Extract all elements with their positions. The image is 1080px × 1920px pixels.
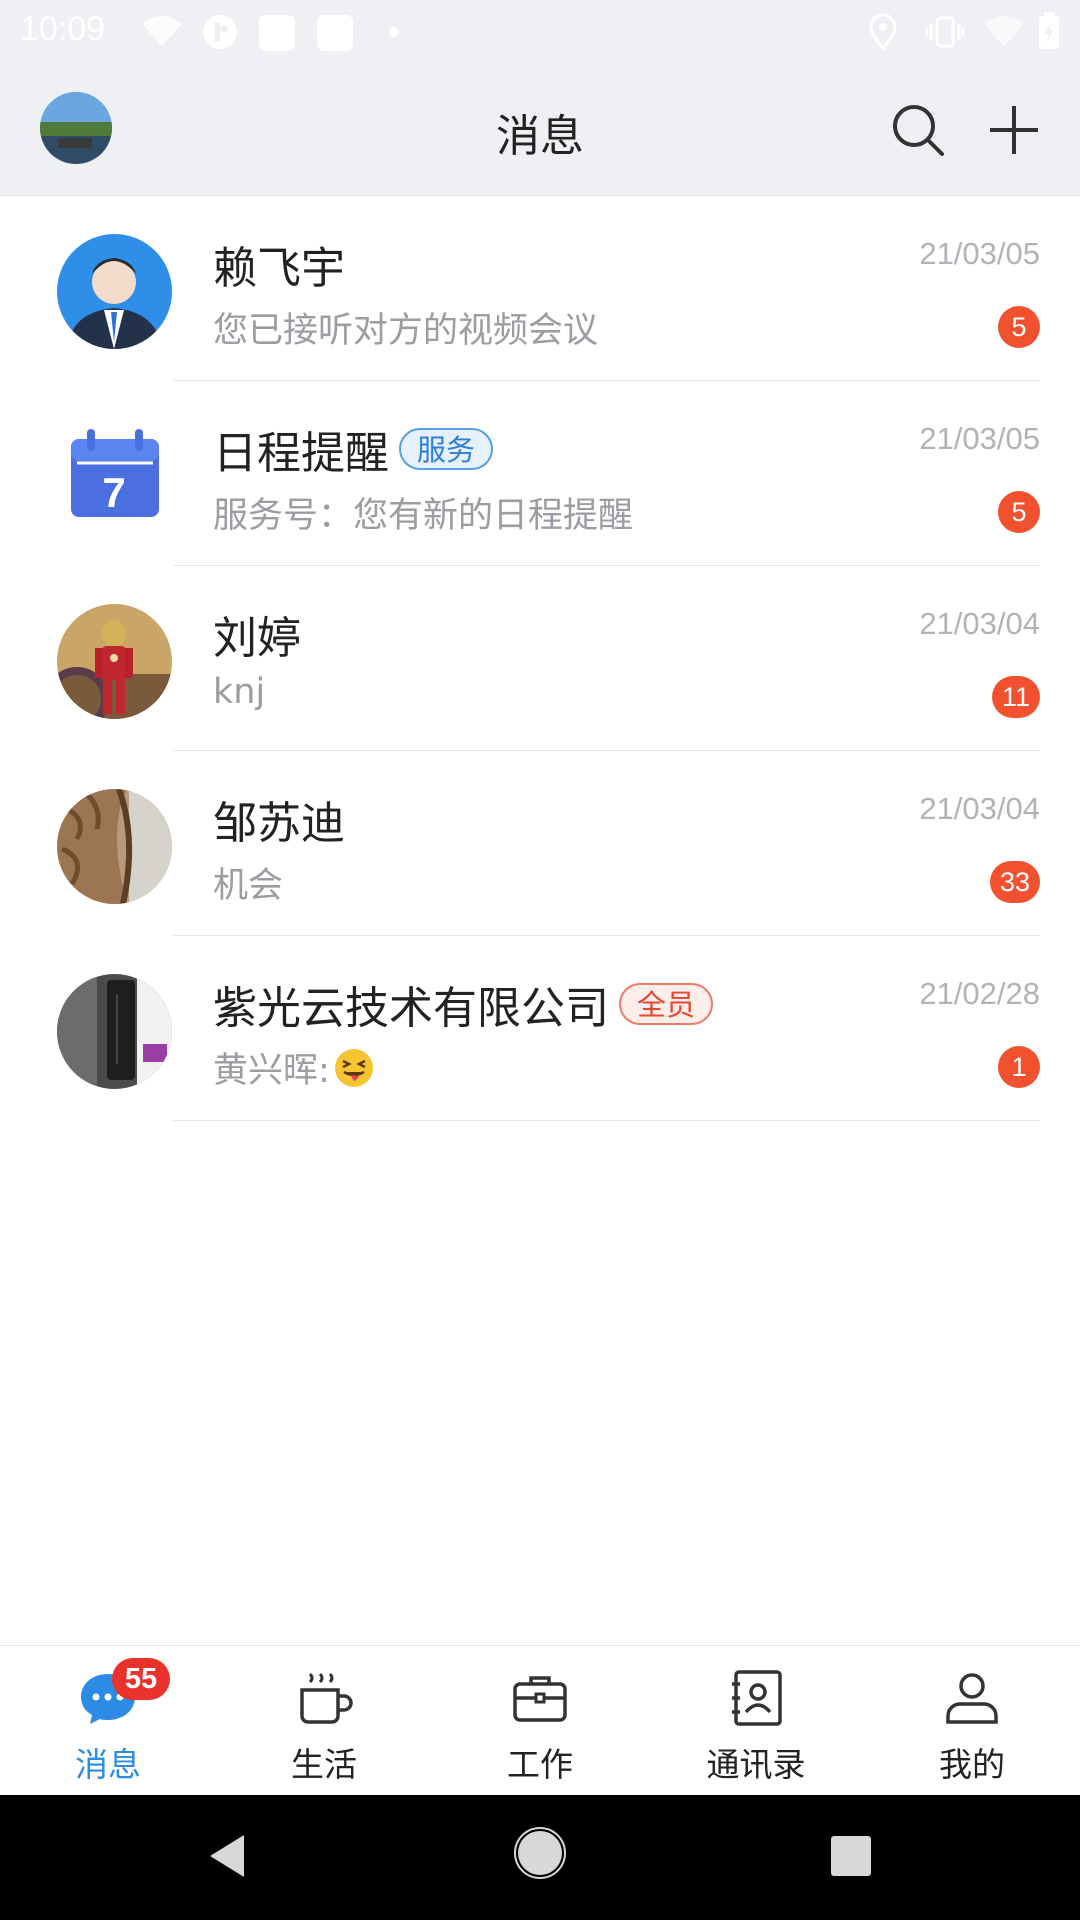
conversation-row[interactable]: 紫光云技术有限公司 全员 21/02/28 黄兴晖: 1 bbox=[0, 936, 1080, 1121]
service-tag: 服务 bbox=[399, 428, 494, 470]
person-icon bbox=[946, 1673, 998, 1724]
contact-name: 日程提醒 bbox=[213, 428, 389, 479]
system-nav-bar bbox=[0, 1795, 1080, 1920]
status-time: 10:09 bbox=[20, 10, 106, 48]
notification-square-icon-2 bbox=[317, 15, 353, 51]
emoji-icon bbox=[334, 1048, 374, 1088]
calendar-icon: 7 bbox=[57, 419, 172, 534]
wifi-off-icon bbox=[984, 16, 1024, 46]
add-icon[interactable] bbox=[986, 102, 1042, 158]
conversation-row[interactable]: 邹苏迪 21/03/04 机会 33 bbox=[0, 751, 1080, 936]
app-header: 消息 bbox=[0, 64, 1080, 196]
status-bar: 10:09 bbox=[0, 0, 1080, 64]
conversation-row[interactable]: 7 日程提醒 服务 21/03/05 服务号：您有新的日程提醒 5 bbox=[0, 381, 1080, 566]
conversation-row[interactable]: 赖飞宇 21/03/05 您已接听对方的视频会议 5 bbox=[0, 196, 1080, 381]
unread-badge: 5 bbox=[998, 306, 1040, 348]
tab-me[interactable]: 我的 bbox=[864, 1646, 1080, 1796]
contacts-book-icon bbox=[732, 1670, 782, 1726]
unread-badge: 33 bbox=[989, 861, 1040, 903]
tab-label: 通讯录 bbox=[706, 1745, 806, 1784]
contact-avatar bbox=[57, 604, 172, 719]
contact-name: 邹苏迪 bbox=[213, 798, 345, 849]
contact-name: 赖飞宇 bbox=[213, 243, 345, 294]
more-dot-icon bbox=[389, 27, 399, 37]
group-avatar bbox=[57, 974, 172, 1089]
message-preview: 您已接听对方的视频会议 bbox=[213, 302, 598, 353]
search-icon[interactable] bbox=[890, 102, 946, 158]
name-line: 刘婷 bbox=[213, 604, 301, 664]
unread-badge: 5 bbox=[998, 491, 1040, 533]
name-line: 赖飞宇 bbox=[213, 234, 345, 294]
wifi-question-icon bbox=[142, 16, 182, 46]
recents-icon[interactable] bbox=[830, 1835, 872, 1877]
message-date: 21/03/04 bbox=[919, 606, 1040, 641]
preview-text: knj bbox=[213, 672, 266, 712]
tab-label: 我的 bbox=[939, 1745, 1005, 1784]
tab-work[interactable]: 工作 bbox=[432, 1646, 648, 1796]
tab-label: 工作 bbox=[507, 1745, 573, 1784]
vibrate-icon bbox=[925, 16, 965, 48]
unread-badge: 11 bbox=[991, 676, 1040, 718]
preview-text: 黄兴晖: bbox=[213, 1051, 330, 1091]
conversation-list: 赖飞宇 21/03/05 您已接听对方的视频会议 5 7 日程提醒 服务 21/… bbox=[0, 196, 1080, 1121]
tab-messages[interactable]: 55 消息 bbox=[0, 1646, 216, 1796]
tab-contacts[interactable]: 通讯录 bbox=[648, 1646, 864, 1796]
all-members-tag: 全员 bbox=[619, 983, 714, 1025]
location-icon bbox=[869, 14, 897, 50]
message-date: 21/02/28 bbox=[919, 976, 1040, 1011]
name-line: 邹苏迪 bbox=[213, 789, 345, 849]
preview-text: 您已接听对方的视频会议 bbox=[213, 311, 599, 351]
contact-avatar bbox=[57, 234, 172, 349]
message-date: 21/03/04 bbox=[919, 791, 1040, 826]
preview-text: 服务号：您有新的日程提醒 bbox=[213, 496, 634, 536]
notification-square-icon bbox=[259, 15, 295, 51]
name-line: 紫光云技术有限公司 全员 bbox=[213, 974, 714, 1034]
messages-unread-badge: 55 bbox=[112, 1658, 170, 1700]
contact-name: 刘婷 bbox=[213, 613, 301, 664]
tab-label: 消息 bbox=[75, 1745, 141, 1784]
message-date: 21/03/05 bbox=[919, 236, 1040, 271]
calendar-day: 7 bbox=[102, 469, 125, 516]
group-name: 紫光云技术有限公司 bbox=[213, 983, 609, 1034]
home-icon[interactable] bbox=[514, 1827, 566, 1879]
coffee-cup-icon bbox=[300, 1672, 353, 1724]
contact-avatar bbox=[57, 789, 172, 904]
name-line: 日程提醒 服务 bbox=[213, 419, 494, 479]
message-preview: knj bbox=[213, 672, 265, 712]
divider bbox=[173, 1120, 1040, 1121]
conversation-row[interactable]: 刘婷 21/03/04 knj 11 bbox=[0, 566, 1080, 751]
briefcase-icon bbox=[513, 1676, 567, 1722]
tab-life[interactable]: 生活 bbox=[216, 1646, 432, 1796]
message-date: 21/03/05 bbox=[919, 421, 1040, 456]
bottom-tab-bar: 55 消息 生活 工作 通讯录 我的 bbox=[0, 1645, 1080, 1795]
message-preview: 黄兴晖: bbox=[213, 1042, 374, 1093]
message-preview: 服务号：您有新的日程提醒 bbox=[213, 487, 633, 538]
tab-label: 生活 bbox=[291, 1745, 357, 1784]
preview-text: 机会 bbox=[213, 866, 284, 906]
app-notification-icon bbox=[203, 15, 237, 49]
message-preview: 机会 bbox=[213, 857, 283, 908]
unread-badge: 1 bbox=[998, 1046, 1040, 1088]
back-icon[interactable] bbox=[204, 1831, 248, 1881]
battery-icon bbox=[1039, 12, 1059, 49]
